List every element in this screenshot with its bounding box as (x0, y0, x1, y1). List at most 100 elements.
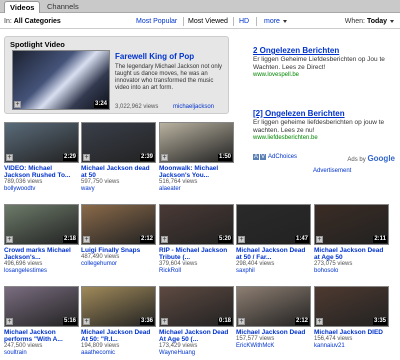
ad-text: Er liggen geheime liefdesberichten op jo… (253, 119, 385, 134)
ad-url[interactable]: www.liefdesberichten.be (253, 135, 398, 141)
when-filter[interactable]: When: Today (345, 18, 394, 25)
more-dropdown[interactable]: more (264, 18, 287, 25)
add-to-quicklist-icon[interactable]: + (83, 154, 90, 161)
duration-badge: 2:18 (62, 236, 77, 243)
ad-block[interactable]: 2 Ongelezen Berichten Er liggen Geheime … (253, 46, 398, 78)
video-card[interactable]: +2:11 Michael Jackson Dead at Age 50 273,0… (314, 204, 389, 275)
video-thumbnail[interactable]: +2:12 (236, 286, 311, 327)
video-title[interactable]: Michael Jackson performs "With A... (4, 329, 79, 343)
video-user[interactable]: aaathecomic (81, 350, 156, 357)
video-views: 173,429 views (159, 343, 198, 349)
add-to-quicklist-icon[interactable]: + (6, 318, 13, 325)
add-to-quicklist-icon[interactable]: + (6, 236, 13, 243)
video-thumbnail[interactable]: +5:16 (4, 286, 79, 327)
video-card[interactable]: +5:20 RIP - Michael Jackson Tribute (... 3… (159, 204, 234, 275)
filter-bar: In: All Categories Most Popular Most Vie… (0, 15, 400, 29)
duration-badge: 2:11 (373, 236, 387, 243)
video-card[interactable]: +1:50 Moonwalk: Michael Jackson's You... 5… (159, 122, 234, 193)
add-to-quicklist-icon[interactable]: + (238, 318, 245, 325)
video-thumbnail[interactable]: +2:18 (4, 204, 79, 245)
category-filter[interactable]: In: All Categories (4, 18, 61, 25)
video-thumbnail[interactable]: +5:20 (159, 204, 234, 245)
spotlight-video-title[interactable]: Farewell King of Pop (115, 52, 194, 61)
add-to-quicklist-icon[interactable]: + (316, 236, 323, 243)
video-card[interactable]: +2:29 VIDEO: Michael Jackson Rushed To...… (4, 122, 79, 193)
video-title[interactable]: Luigi Finally Snaps (81, 247, 156, 254)
add-to-quicklist-icon[interactable]: + (316, 318, 323, 325)
video-thumbnail[interactable]: +2:12 (81, 204, 156, 245)
video-title[interactable]: Michael Jackson dead at 50 (81, 165, 156, 179)
video-card[interactable]: +0:18 Michael Jackson Dead At Age 50 (...… (159, 286, 234, 357)
video-thumbnail[interactable]: +2:11 (314, 204, 389, 245)
spotlight-thumbnail[interactable]: + 3:24 (12, 50, 110, 110)
add-to-quicklist-icon[interactable]: + (83, 318, 90, 325)
video-user[interactable]: RickRoll (159, 268, 234, 275)
video-user[interactable]: soultrain (4, 350, 79, 357)
most-viewed-link[interactable]: Most Viewed (188, 18, 228, 25)
video-user[interactable]: WayneHuang (159, 350, 234, 357)
video-card[interactable]: +3:35 Michael Jackson DIED 156,474 views ka… (314, 286, 389, 350)
video-views: 273,075 views (314, 261, 353, 267)
video-user[interactable]: collegehumor (81, 261, 156, 268)
video-user[interactable]: bollywoodtv (4, 186, 79, 193)
video-views: 194,809 views (81, 343, 120, 349)
video-thumbnail[interactable]: +0:18 (159, 286, 234, 327)
video-user[interactable]: wavy (81, 186, 156, 193)
video-card[interactable]: +2:39 Michael Jackson dead at 50 597,750 v… (81, 122, 156, 193)
video-title[interactable]: Michael Jackson Dead at Age 50 (314, 247, 389, 261)
ad-block[interactable]: [2] Ongelezen Berichten Er liggen geheim… (253, 109, 398, 141)
ad-url[interactable]: www.lovespell.be (253, 72, 398, 78)
video-user[interactable]: losangelestimes (4, 268, 79, 275)
advertisement-link[interactable]: Advertisement (313, 168, 351, 174)
video-user[interactable]: EricKWithMcK (236, 343, 311, 350)
video-thumbnail[interactable]: +1:50 (159, 122, 234, 163)
video-title[interactable]: Michael Jackson Dead At Age 50 (... (159, 329, 234, 343)
video-title[interactable]: Michael Jackson Dead (236, 329, 311, 336)
video-card[interactable]: +2:18 Crowd marks Michael Jackson's... 496… (4, 204, 79, 275)
hd-link[interactable]: HD (239, 18, 249, 25)
add-to-quicklist-icon[interactable]: + (161, 236, 168, 243)
video-title[interactable]: RIP - Michael Jackson Tribute (... (159, 247, 234, 261)
video-title[interactable]: Michael Jackson Dead At 50: "R.I... (81, 329, 156, 343)
video-title[interactable]: Crowd marks Michael Jackson's... (4, 247, 79, 261)
ad-title[interactable]: 2 Ongelezen Berichten (253, 46, 398, 55)
video-user[interactable]: saxphil (236, 268, 311, 275)
video-card[interactable]: +1:47 Michael Jackson Dead at 50 / Far...… (236, 204, 311, 275)
tab-bar: Videos Channels (0, 0, 400, 13)
video-title[interactable]: Michael Jackson Dead at 50 / Far... (236, 247, 311, 261)
add-to-quicklist-icon[interactable]: + (161, 154, 168, 161)
video-card[interactable]: +2:12 Luigi Finally Snaps 487,490 views col… (81, 204, 156, 268)
add-to-quicklist-icon[interactable]: + (238, 236, 245, 243)
video-thumbnail[interactable]: +3:35 (314, 286, 389, 327)
add-to-quicklist-icon[interactable]: + (6, 154, 13, 161)
tab-channels[interactable]: Channels (42, 1, 84, 13)
video-card[interactable]: +3:36 Michael Jackson Dead At 50: "R.I...… (81, 286, 156, 357)
video-user[interactable]: kannaiuv21 (314, 343, 389, 350)
most-popular-link[interactable]: Most Popular (136, 18, 177, 25)
add-to-quicklist-icon[interactable]: + (14, 101, 21, 108)
video-card[interactable]: +5:16 Michael Jackson performs "With A...… (4, 286, 79, 357)
video-user[interactable]: alaeater (159, 186, 234, 193)
spotlight-user[interactable]: michaeljackson (173, 104, 214, 110)
duration-badge: 3:36 (139, 318, 154, 325)
adchoices-icon[interactable]: A V AdChoices (253, 154, 299, 160)
video-card[interactable]: +2:12 Michael Jackson Dead 157,577 views Er… (236, 286, 311, 350)
video-title[interactable]: Michael Jackson DIED (314, 329, 389, 336)
video-user[interactable]: bohosolo (314, 268, 389, 275)
video-title[interactable]: Moonwalk: Michael Jackson's You... (159, 165, 234, 179)
video-thumbnail[interactable]: +3:36 (81, 286, 156, 327)
video-thumbnail[interactable]: +1:47 (236, 204, 311, 245)
add-to-quicklist-icon[interactable]: + (161, 318, 168, 325)
divider (183, 17, 184, 26)
video-thumbnail[interactable]: +2:29 (4, 122, 79, 163)
video-views: 487,490 views (81, 254, 120, 260)
duration-badge: 5:20 (217, 236, 232, 243)
video-title[interactable]: VIDEO: Michael Jackson Rushed To... (4, 165, 79, 179)
when-value: Today (366, 18, 388, 25)
ads-by-google[interactable]: Ads by Google (347, 154, 395, 163)
more-label: more (264, 18, 280, 25)
add-to-quicklist-icon[interactable]: + (83, 236, 90, 243)
video-thumbnail[interactable]: +2:39 (81, 122, 156, 163)
ad-title[interactable]: [2] Ongelezen Berichten (253, 109, 398, 118)
tab-videos[interactable]: Videos (4, 1, 41, 13)
